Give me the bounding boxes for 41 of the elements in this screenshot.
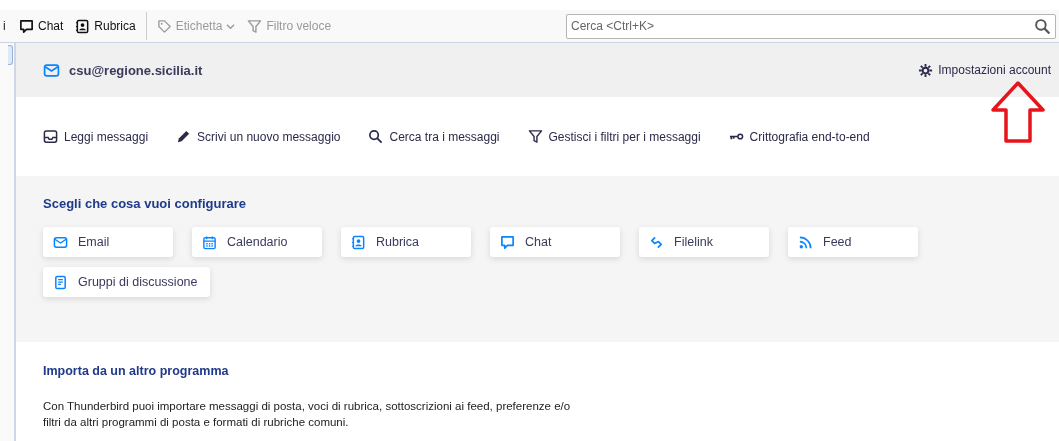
setup-tile[interactable]: Feed — [788, 227, 918, 257]
setup-tile[interactable]: Email — [43, 227, 173, 257]
setup-tile[interactable]: Filelink — [639, 227, 769, 257]
section-heading: Importa da un altro programma — [43, 364, 230, 378]
setup-tile[interactable]: Rubrica — [341, 227, 471, 257]
search-icon[interactable] — [1034, 17, 1051, 35]
action-link[interactable]: Crittografia end-to-end — [728, 129, 870, 144]
chat-bubble-icon — [500, 234, 515, 250]
envelope-icon — [43, 61, 60, 79]
setup-tile[interactable]: Chat — [490, 227, 620, 257]
settings-icon — [918, 62, 934, 78]
search-icon — [368, 129, 384, 144]
envelope-icon — [53, 234, 68, 250]
funnel-icon — [247, 18, 263, 34]
pencil-icon — [176, 129, 192, 144]
toolbar-button[interactable]: Rubrica — [69, 13, 142, 39]
account-email: csu@regione.sicilia.it — [69, 62, 203, 78]
document-icon — [53, 274, 68, 290]
feed-icon — [798, 234, 813, 250]
action-link[interactable]: Gestisci i filtri per i messaggi — [527, 129, 701, 144]
action-link[interactable]: Scrivi un nuovo messaggio — [176, 129, 341, 144]
calendar-icon — [202, 234, 217, 250]
tag-icon — [156, 18, 172, 34]
address-book-icon — [75, 18, 91, 34]
address-book-icon — [351, 234, 366, 250]
setup-tile[interactable]: Gruppi di discussione — [43, 267, 210, 297]
account-settings-link[interactable]: Impostazioni account — [918, 62, 1051, 78]
action-link[interactable]: Leggi messaggi — [43, 129, 149, 144]
toolbar-button[interactable]: Chat — [13, 13, 70, 39]
caret-icon — [226, 21, 236, 31]
inbox-icon — [43, 129, 58, 144]
funnel-icon — [527, 129, 543, 144]
action-link[interactable]: Cerca tra i messaggi — [368, 129, 500, 144]
chain-link-icon — [649, 234, 664, 250]
import-description: Con Thunderbird puoi importare messaggi di posta, voci di rubrica, sottoscrizioni ai feed, preferenze e/o filtri da altri programmi di posta e formati di rubriche comuni. — [43, 399, 572, 430]
chat-bubble-icon — [19, 18, 34, 34]
toolbar-button-label[interactable]: i — [0, 19, 13, 33]
annotation-arrow — [990, 80, 1046, 144]
section-heading: Scegli che cosa vuoi configurare — [43, 196, 247, 211]
setup-tile[interactable]: Calendario — [192, 227, 322, 257]
search-field[interactable]: Cerca <Ctrl+K> — [566, 13, 1056, 39]
